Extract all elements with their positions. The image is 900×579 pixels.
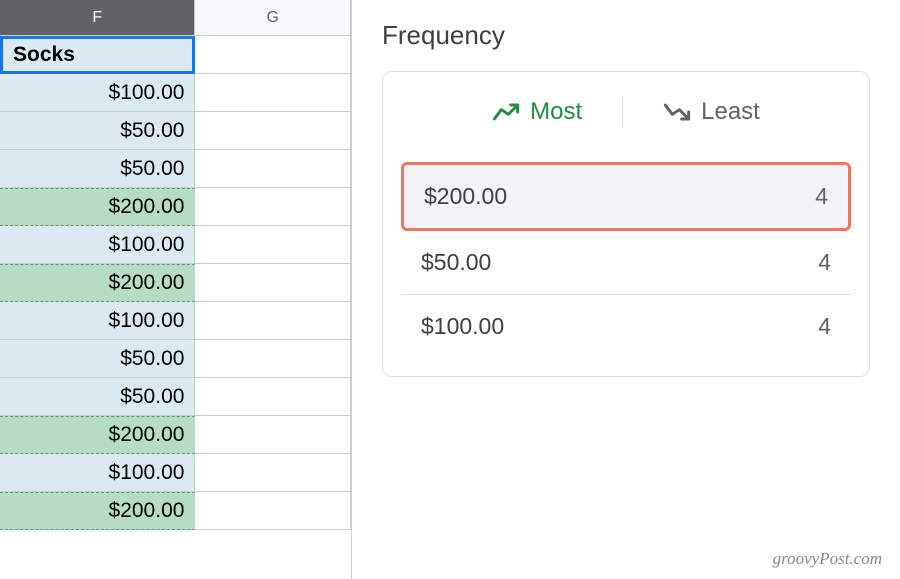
tab-least-label: Least bbox=[701, 98, 760, 126]
frequency-item[interactable]: $50.00 4 bbox=[401, 231, 851, 295]
spreadsheet: F G Socks $100.00 $50.00 $50.00 $200.00 bbox=[0, 0, 352, 579]
tab-most[interactable]: Most bbox=[452, 90, 622, 134]
frequency-item-label: $200.00 bbox=[424, 183, 507, 210]
cell-g[interactable] bbox=[195, 188, 351, 226]
panel-title: Frequency bbox=[382, 20, 870, 51]
data-cell[interactable]: $100.00 bbox=[0, 226, 195, 264]
data-cell[interactable]: $50.00 bbox=[0, 112, 195, 150]
cell-g[interactable] bbox=[195, 150, 351, 188]
data-cell[interactable]: $50.00 bbox=[0, 340, 195, 378]
cell-g[interactable] bbox=[195, 340, 351, 378]
header-cell[interactable]: Socks bbox=[0, 36, 195, 74]
frequency-item-count: 4 bbox=[818, 313, 831, 340]
cell-g[interactable] bbox=[195, 302, 351, 340]
cell-g-header[interactable] bbox=[195, 36, 351, 74]
cell-g[interactable] bbox=[195, 454, 351, 492]
data-cell[interactable]: $50.00 bbox=[0, 378, 195, 416]
column-headers: F G bbox=[0, 0, 351, 36]
data-cell[interactable]: $200.00 bbox=[0, 188, 195, 226]
cells-grid: Socks $100.00 $50.00 $50.00 $200.00 $100… bbox=[0, 36, 351, 530]
frequency-item-count: 4 bbox=[818, 249, 831, 276]
data-cell[interactable]: $200.00 bbox=[0, 492, 195, 530]
data-cell[interactable]: $100.00 bbox=[0, 302, 195, 340]
cell-g[interactable] bbox=[195, 112, 351, 150]
frequency-panel: Frequency Most Least bbox=[352, 0, 900, 579]
column-header-g[interactable]: G bbox=[195, 0, 351, 36]
frequency-item-label: $50.00 bbox=[421, 249, 491, 276]
cell-g[interactable] bbox=[195, 74, 351, 112]
data-cell[interactable]: $100.00 bbox=[0, 454, 195, 492]
watermark: groovyPost.com bbox=[773, 549, 882, 569]
frequency-list: $200.00 4 $50.00 4 $100.00 4 bbox=[401, 162, 851, 358]
data-cell[interactable]: $200.00 bbox=[0, 416, 195, 454]
column-header-f[interactable]: F bbox=[0, 0, 195, 36]
cell-g[interactable] bbox=[195, 264, 351, 302]
trend-up-icon bbox=[492, 102, 520, 122]
frequency-tabs: Most Least bbox=[401, 90, 851, 134]
frequency-item[interactable]: $200.00 4 bbox=[401, 162, 851, 231]
data-cell[interactable]: $100.00 bbox=[0, 74, 195, 112]
frequency-item-count: 4 bbox=[815, 183, 828, 210]
cell-g[interactable] bbox=[195, 416, 351, 454]
frequency-item[interactable]: $100.00 4 bbox=[401, 295, 851, 358]
data-cell[interactable]: $200.00 bbox=[0, 264, 195, 302]
trend-down-icon bbox=[663, 102, 691, 122]
tab-most-label: Most bbox=[530, 98, 582, 126]
frequency-card: Most Least $200.00 4 $50.00 bbox=[382, 71, 870, 377]
cell-g[interactable] bbox=[195, 226, 351, 264]
data-cell[interactable]: $50.00 bbox=[0, 150, 195, 188]
cell-g[interactable] bbox=[195, 378, 351, 416]
cell-g[interactable] bbox=[195, 492, 351, 530]
frequency-item-label: $100.00 bbox=[421, 313, 504, 340]
tab-least[interactable]: Least bbox=[623, 90, 800, 134]
